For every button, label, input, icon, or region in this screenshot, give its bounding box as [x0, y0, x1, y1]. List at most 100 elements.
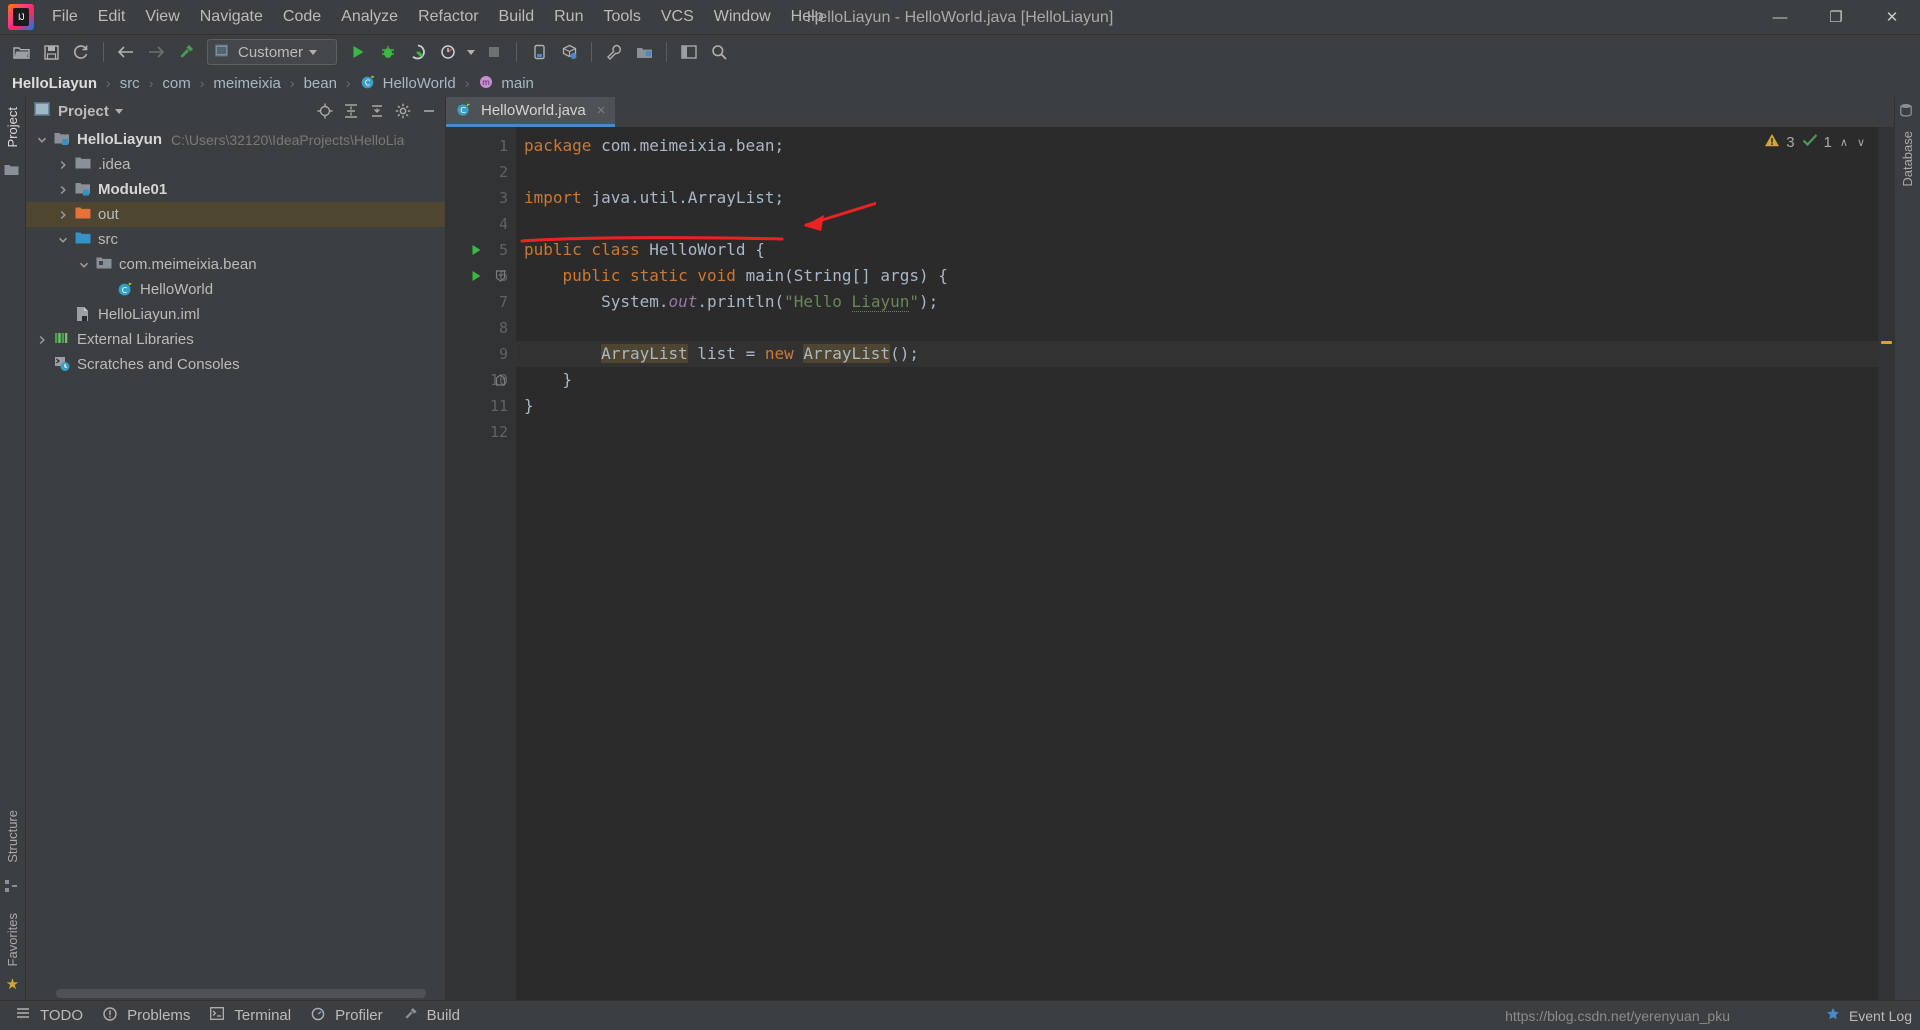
tree-item-helloliayun-iml[interactable]: HelloLiayun.iml	[26, 302, 445, 327]
inspection-widget[interactable]: 3 1 ∧ ∨	[1764, 133, 1866, 151]
collapse-all-icon[interactable]	[365, 100, 389, 122]
gutter-line-7[interactable]: 7	[446, 289, 516, 315]
arrow-right-icon[interactable]	[141, 38, 171, 66]
folder-icon[interactable]	[4, 163, 22, 181]
star-icon[interactable]: ★	[4, 976, 22, 994]
chevron-up-icon[interactable]: ∧	[1839, 136, 1849, 149]
gutter-line-2[interactable]: 2	[446, 159, 516, 185]
tree-item-module01[interactable]: Module01	[26, 177, 445, 202]
gutter-line-12[interactable]: 12	[446, 419, 516, 445]
code-line-1[interactable]: package com.meimeixia.bean;	[516, 133, 1894, 159]
breadcrumb-item-main[interactable]: m main	[476, 74, 536, 92]
check-indicator[interactable]: 1	[1802, 133, 1832, 151]
gutter-line-9[interactable]: 9	[446, 341, 516, 367]
hammer-icon[interactable]	[171, 38, 201, 66]
warning-marker[interactable]	[1881, 341, 1892, 344]
chevron-right-icon[interactable]	[55, 160, 71, 170]
code-line-3[interactable]: import java.util.ArrayList;	[516, 185, 1894, 211]
menu-item-view[interactable]: View	[135, 4, 189, 30]
code-line-5[interactable]: public class HelloWorld {	[516, 237, 1894, 263]
close-button[interactable]: ✕	[1864, 0, 1920, 35]
editor-tab-helloworld[interactable]: C HelloWorld.java ×	[446, 97, 615, 127]
menu-item-analyze[interactable]: Analyze	[331, 4, 408, 30]
open-folder-icon[interactable]	[6, 38, 36, 66]
layout-icon[interactable]	[674, 38, 704, 66]
breadcrumb-item-com[interactable]: com	[160, 75, 192, 92]
chevron-right-icon[interactable]	[34, 335, 50, 345]
menu-item-window[interactable]: Window	[704, 4, 781, 30]
close-icon[interactable]: ×	[597, 102, 606, 119]
menu-item-vcs[interactable]: VCS	[651, 4, 704, 30]
profile-icon[interactable]	[433, 38, 463, 66]
editor-text-area[interactable]: package com.meimeixia.bean; import java.…	[516, 127, 1894, 1000]
code-line-4[interactable]	[516, 211, 1894, 237]
tree-item-external-libraries[interactable]: External Libraries	[26, 327, 445, 352]
menu-item-code[interactable]: Code	[273, 4, 331, 30]
chevron-right-icon[interactable]	[55, 210, 71, 220]
menu-item-file[interactable]: File	[42, 4, 88, 30]
code-line-6[interactable]: public static void main(String[] args) {	[516, 263, 1894, 289]
run-icon[interactable]	[343, 38, 373, 66]
warning-indicator[interactable]: 3	[1764, 133, 1795, 151]
menu-item-edit[interactable]: Edit	[88, 4, 136, 30]
locate-icon[interactable]	[313, 100, 337, 122]
tree-item-src[interactable]: src	[26, 227, 445, 252]
tree-item-idea[interactable]: .idea	[26, 152, 445, 177]
editor-gutter[interactable]: 1 2 3 4 5 6 7 8 9 10 11 12	[446, 127, 516, 1000]
project-structure-icon[interactable]	[629, 38, 659, 66]
code-line-10[interactable]: }	[516, 367, 1894, 393]
tree-item-helloliayun[interactable]: HelloLiayun C:\Users\32120\IdeaProjects\H…	[26, 127, 445, 152]
code-line-12[interactable]	[516, 419, 1894, 445]
gutter-line-1[interactable]: 1	[446, 133, 516, 159]
bottom-tool-profiler[interactable]: Profiler	[301, 1004, 393, 1028]
code-line-7[interactable]: System.out.println("Hello Liayun");	[516, 289, 1894, 315]
gutter-line-8[interactable]: 8	[446, 315, 516, 341]
wrench-icon[interactable]	[599, 38, 629, 66]
breadcrumb-item-meimeixia[interactable]: meimeixia	[211, 75, 283, 92]
breadcrumb-item-src[interactable]: src	[118, 75, 142, 92]
chevron-right-icon[interactable]	[55, 185, 71, 195]
debug-icon[interactable]	[373, 38, 403, 66]
breadcrumb-item-bean[interactable]: bean	[302, 75, 339, 92]
settings-gear-icon[interactable]	[391, 100, 415, 122]
breadcrumb-item-helloliayun[interactable]: HelloLiayun	[10, 75, 99, 92]
stop-icon[interactable]	[479, 38, 509, 66]
tree-item-com-meimeixia-bean[interactable]: com.meimeixia.bean	[26, 252, 445, 277]
menu-item-help[interactable]: Help	[781, 4, 834, 30]
menu-item-refactor[interactable]: Refactor	[408, 4, 488, 30]
tree-item-out[interactable]: out	[26, 202, 445, 227]
bottom-tool-build[interactable]: Build	[393, 1004, 470, 1028]
editor-marker-bar[interactable]	[1878, 127, 1894, 1000]
avd-manager-icon[interactable]	[554, 38, 584, 66]
run-coverage-icon[interactable]	[403, 38, 433, 66]
menu-item-tools[interactable]: Tools	[593, 4, 650, 30]
event-log-button[interactable]: Event Log	[1826, 1007, 1912, 1025]
chevron-down-icon[interactable]	[34, 135, 50, 145]
chevron-down-icon[interactable]	[76, 260, 92, 270]
fold-close-icon[interactable]	[493, 367, 507, 393]
gutter-line-6[interactable]: 6	[446, 263, 516, 289]
fold-open-icon[interactable]	[493, 263, 507, 289]
database-icon[interactable]	[1899, 103, 1917, 121]
bottom-tool-todo[interactable]: TODO	[6, 1004, 93, 1028]
device-manager-icon[interactable]	[524, 38, 554, 66]
bottom-tool-terminal[interactable]: Terminal	[200, 1004, 301, 1028]
menu-item-navigate[interactable]: Navigate	[190, 4, 273, 30]
hide-panel-icon[interactable]	[417, 100, 441, 122]
tool-window-button-project[interactable]: Project	[5, 101, 20, 153]
menu-item-build[interactable]: Build	[489, 4, 545, 30]
tool-window-button-database[interactable]: Database	[1900, 125, 1915, 193]
gutter-line-11[interactable]: 11	[446, 393, 516, 419]
chevron-down-icon[interactable]	[114, 108, 123, 114]
run-configuration-selector[interactable]: Customer	[207, 39, 337, 65]
tool-window-button-structure[interactable]: Structure	[5, 804, 20, 869]
code-line-11[interactable]: }	[516, 393, 1894, 419]
save-icon[interactable]	[36, 38, 66, 66]
menu-item-run[interactable]: Run	[544, 4, 593, 30]
search-icon[interactable]	[704, 38, 734, 66]
sync-icon[interactable]	[66, 38, 96, 66]
code-line-9[interactable]: ArrayList list = new ArrayList();	[516, 341, 1894, 367]
chevron-down-icon[interactable]	[55, 235, 71, 245]
gutter-line-10[interactable]: 10	[446, 367, 516, 393]
run-gutter-icon[interactable]	[468, 263, 484, 289]
